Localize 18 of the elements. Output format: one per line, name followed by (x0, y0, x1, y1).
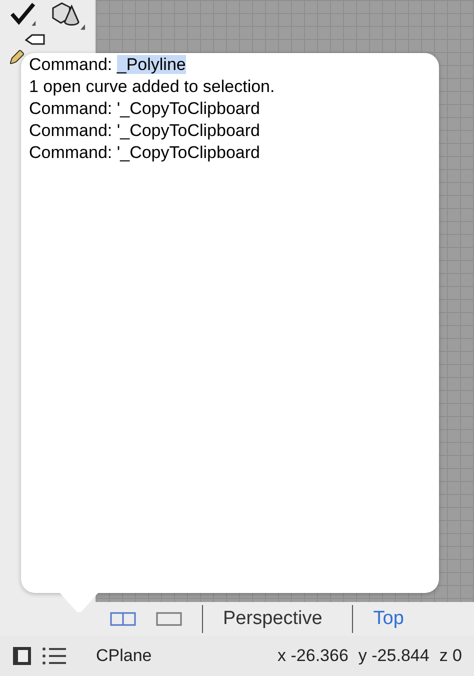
viewport-layout-icon[interactable] (110, 612, 136, 626)
panel-toggle-icon[interactable] (12, 646, 32, 666)
history-line: 1 open curve added to selection. (29, 76, 276, 98)
pencil-icon[interactable] (10, 50, 24, 64)
x-coordinate: x -26.366 (278, 645, 348, 668)
solids-icon[interactable] (50, 2, 85, 30)
checkmark-icon[interactable] (10, 2, 36, 26)
y-coordinate: y -25.844 (358, 645, 430, 668)
viewport-tab[interactable]: Top (352, 604, 414, 634)
viewport-tab[interactable]: Perspective (202, 604, 332, 634)
list-icon[interactable] (42, 646, 66, 666)
history-line: Command: '_CopyToClipboard (29, 120, 261, 142)
cplane-label: CPlane (96, 645, 152, 668)
history-line: Command: '_CopyToClipboard (29, 98, 261, 120)
single-viewport-icon[interactable] (156, 612, 182, 626)
z-coordinate: z 0 (439, 645, 462, 668)
history-line: Command: _Polyline (29, 54, 187, 76)
history-line: Command: '_CopyToClipboard (29, 142, 261, 164)
